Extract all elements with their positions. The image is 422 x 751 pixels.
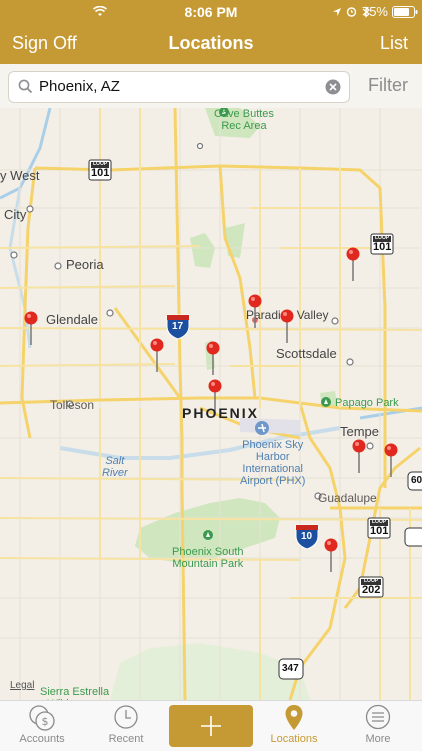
map-pin-icon — [285, 705, 303, 730]
location-pin[interactable] — [384, 443, 398, 477]
search-input[interactable]: Phoenix, AZ — [8, 71, 350, 103]
sky-harbor-label: Phoenix Sky Harbor International Airport… — [240, 439, 306, 487]
clear-search-icon[interactable] — [325, 79, 341, 95]
dollar-coins-icon: $ — [29, 705, 55, 731]
glendale-label: Glendale — [46, 312, 99, 327]
south-mountain-label: Phoenix South Mountain Park — [172, 546, 244, 570]
search-value: Phoenix, AZ — [39, 78, 120, 95]
i17-number: 17 — [172, 321, 184, 332]
r347-number: 347 — [282, 663, 299, 674]
status-bar: 8:06 PM 75% — [0, 0, 422, 24]
location-pin[interactable] — [150, 338, 164, 372]
peoria-label: Peoria — [66, 257, 104, 272]
tab-locations-label: Locations — [270, 733, 318, 745]
location-pin[interactable] — [206, 341, 220, 375]
guadalupe-label: Guadalupe — [318, 491, 377, 505]
tempe-label: Tempe — [340, 424, 380, 439]
tab-bar: $ Accounts Recent Locations More — [0, 700, 422, 751]
map-view[interactable]: LOOP 101 LOOP 101 LOOP 101 LOOP 202 17 1… — [0, 108, 422, 700]
plus-icon — [201, 716, 221, 736]
phoenix-label: PHOENIX — [182, 405, 260, 421]
tab-accounts[interactable]: $ Accounts — [0, 701, 84, 751]
salt-river-label: Salt River — [102, 455, 128, 479]
svg-text:$: $ — [42, 715, 49, 728]
menu-icon — [365, 704, 391, 730]
location-pin[interactable] — [248, 294, 262, 328]
i10-number: 10 — [301, 531, 313, 542]
list-button[interactable]: List — [380, 33, 408, 54]
search-icon — [18, 79, 33, 94]
papago-park-label: Papago Park — [335, 397, 399, 409]
status-time: 8:06 PM — [184, 4, 238, 20]
search-bar: Phoenix, AZ Filter — [0, 64, 422, 109]
city-west-label: y West — [0, 168, 40, 183]
us60-number: 60 — [411, 475, 422, 486]
battery-percent: 75% — [361, 4, 388, 19]
loop202-number: 202 — [362, 584, 381, 596]
tab-recent[interactable]: Recent — [84, 701, 168, 751]
tab-more[interactable]: More — [336, 701, 420, 751]
tab-more-label: More — [365, 733, 391, 745]
alarm-clock-icon — [346, 7, 357, 17]
location-arrow-icon — [333, 8, 341, 16]
scottsdale-label: Scottsdale — [276, 346, 337, 361]
city-label: City — [4, 207, 27, 222]
tab-locations[interactable]: Locations — [252, 701, 336, 751]
location-pin[interactable] — [324, 538, 338, 572]
page-title: Locations — [168, 33, 254, 53]
clock-icon — [114, 705, 138, 729]
filter-button[interactable]: Filter — [368, 75, 408, 96]
sierra-estrella-label: Sierra Estrella Wilderness — [40, 686, 110, 700]
loop101-se-number: 101 — [370, 525, 389, 537]
tab-recent-label: Recent — [108, 733, 144, 745]
loop101-ne-number: 101 — [373, 241, 392, 253]
navigation-bar: Sign Off Locations List — [0, 24, 422, 64]
loop101-nw-number: 101 — [91, 167, 110, 179]
location-pin[interactable] — [24, 311, 38, 345]
location-pin[interactable] — [280, 309, 294, 343]
battery-icon — [392, 6, 418, 18]
cave-buttes-label: Cave Buttes Rec Area — [214, 108, 274, 132]
location-pin[interactable] — [352, 439, 366, 473]
add-button[interactable] — [169, 705, 253, 747]
legal-link[interactable]: Legal — [10, 680, 34, 691]
location-pin[interactable] — [346, 247, 360, 281]
tolleson-label: Tolleson — [50, 398, 95, 412]
tab-accounts-label: Accounts — [19, 733, 65, 745]
